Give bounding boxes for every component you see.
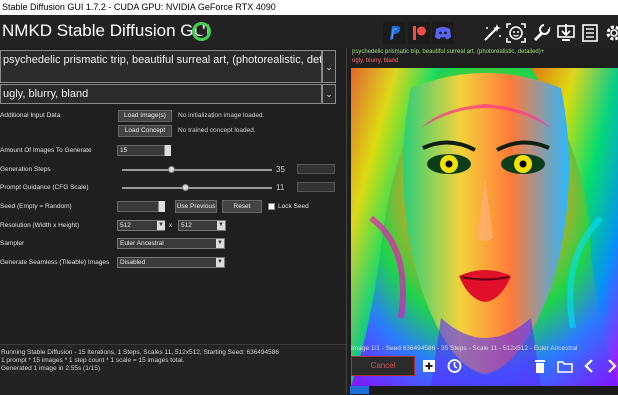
resolution-separator: x [169, 222, 173, 229]
guidance-slider-thumb[interactable] [181, 184, 189, 191]
discord-icon[interactable] [432, 22, 454, 44]
use-previous-button[interactable]: Use Previous [175, 200, 217, 213]
chevron-down-icon: ▼ [216, 258, 224, 267]
window-title: Stable Diffusion GUI 1.7.2 - CUDA GPU: N… [2, 2, 276, 12]
prompt-expand-button[interactable]: ⌄ [322, 50, 336, 83]
cancel-button[interactable]: Cancel [351, 356, 415, 376]
preview-negative-prompt: ugly, blurry, bland [352, 58, 399, 64]
init-image-status: No initialization image loaded. [178, 112, 265, 119]
steps-value-box[interactable] [297, 164, 335, 174]
progress-fill [350, 386, 369, 394]
steps-label: Generation Steps [0, 166, 51, 173]
paypal-icon[interactable] [383, 22, 405, 44]
negative-prompt-expand-button[interactable]: ⌄ [322, 84, 336, 104]
guidance-slider-track[interactable] [122, 187, 272, 189]
lock-seed-label: Lock Seed [278, 203, 309, 210]
generated-image[interactable] [351, 68, 618, 386]
sampler-select[interactable]: Euler Ancestral [117, 238, 225, 249]
log-line: Generated 1 image in 2.55s (1/15) [1, 365, 101, 372]
seamless-select[interactable]: Disabled [117, 257, 225, 268]
history-icon[interactable] [445, 357, 463, 375]
wrench-icon[interactable] [530, 22, 552, 44]
amount-label: Amount Of Images To Generate [0, 147, 92, 154]
magic-wand-icon[interactable] [481, 22, 503, 44]
previous-image-icon[interactable] [580, 357, 598, 375]
seed-stepper[interactable] [158, 201, 165, 212]
face-icon[interactable] [505, 22, 527, 44]
status-ring-icon [192, 22, 211, 41]
image-info-status: Image 1/1 - Seed 636494586 - 35 Steps - … [351, 345, 578, 352]
guidance-value: 11 [276, 183, 285, 192]
resolution-label: Resolution (Width x Height) [0, 222, 80, 229]
additional-input-label: Additional Input Data [0, 112, 61, 119]
load-concept-button[interactable]: Load Concept [118, 125, 172, 137]
chevron-down-icon: ▼ [216, 239, 224, 248]
log-line: Running Stable Diffusion - 15 Iterations… [1, 349, 280, 356]
add-to-queue-icon[interactable] [420, 357, 438, 375]
patreon-icon[interactable] [408, 22, 430, 44]
log-icon[interactable] [579, 22, 601, 44]
app-title: NMKD Stable Diffusion GUI [2, 21, 211, 40]
trash-icon[interactable] [531, 357, 549, 375]
chevron-down-icon: ▼ [217, 221, 225, 230]
window-titlebar: Stable Diffusion GUI 1.7.2 - CUDA GPU: N… [0, 0, 618, 15]
install-icon[interactable] [555, 22, 577, 44]
preview-panel: psychedelic prismatic trip, beautiful su… [346, 48, 618, 394]
seamless-label: Generate Seamless (Tileable) Images [0, 259, 110, 266]
reset-seed-button[interactable]: Reset [222, 200, 262, 213]
sampler-label: Sampler [0, 240, 25, 247]
concept-status: No trained concept loaded. [178, 127, 256, 134]
preview-prompt: psychedelic prismatic trip, beautiful su… [352, 49, 545, 55]
guidance-value-box[interactable] [297, 182, 335, 192]
seed-label: Seed (Empty = Random) [0, 203, 72, 210]
log-panel: Running Stable Diffusion - 15 Iterations… [0, 344, 346, 395]
guidance-label: Prompt Guidance (CFG Scale) [0, 184, 89, 191]
lock-seed-checkbox[interactable] [268, 203, 275, 210]
negative-prompt-input[interactable]: ugly, blurry, bland [0, 84, 322, 104]
steps-slider-track[interactable] [122, 169, 272, 171]
load-images-button[interactable]: Load Image(s) [118, 110, 172, 122]
gear-icon[interactable] [603, 22, 618, 44]
folder-icon[interactable] [556, 357, 574, 375]
amount-input[interactable]: 15 [117, 145, 165, 156]
generation-progress-bar [350, 386, 618, 394]
next-image-icon[interactable] [603, 357, 618, 375]
log-line: 1 prompt * 15 images * 1 step count * 1 … [1, 357, 185, 364]
steps-slider-thumb[interactable] [168, 166, 175, 173]
prompt-input[interactable]: psychedelic prismatic trip, beautiful su… [0, 50, 322, 83]
app-header: NMKD Stable Diffusion GUI [0, 15, 618, 48]
amount-stepper[interactable] [164, 145, 171, 156]
steps-value: 35 [276, 165, 285, 174]
chevron-down-icon: ▼ [157, 221, 165, 230]
